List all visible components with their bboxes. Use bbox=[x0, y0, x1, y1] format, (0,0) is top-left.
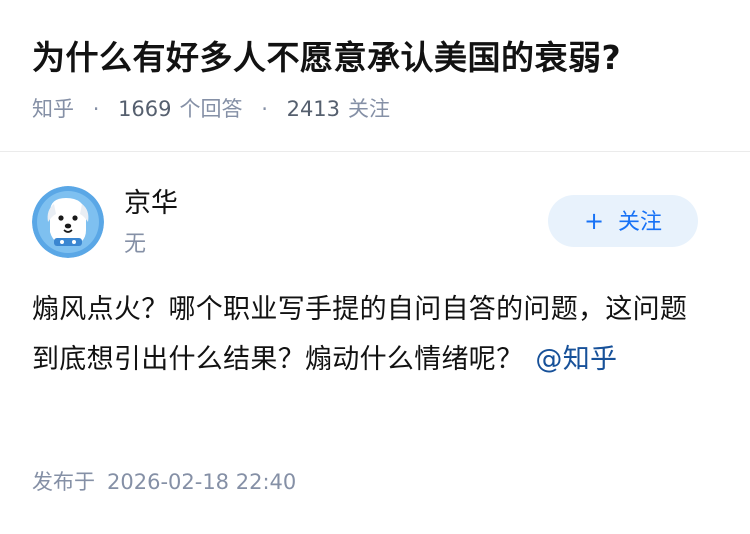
follow-button-label: 关注 bbox=[618, 210, 663, 235]
meta-separator: · bbox=[261, 97, 268, 121]
publish-time: 2026-02-18 22:40 bbox=[107, 470, 297, 494]
source-label[interactable]: 知乎 bbox=[32, 97, 74, 121]
answer-count-label: 个回答 bbox=[179, 97, 243, 121]
publish-label: 发布于 bbox=[32, 470, 95, 494]
question-meta: 知乎 · 1669 个回答 · 2413 关注 bbox=[32, 92, 390, 126]
mention-link[interactable]: @知乎 bbox=[535, 344, 617, 375]
answer-content: 煽风点火？哪个职业写手提的自问自答的问题，这问题到底想引出什么结果？煽动什么情绪… bbox=[32, 285, 712, 385]
author-name[interactable]: 京华 bbox=[124, 185, 178, 223]
answer-card: 京华 无 + 关注 煽风点火？哪个职业写手提的自问自答的问题，这问题到底想引出什么… bbox=[0, 153, 750, 534]
author-headline: 无 bbox=[124, 232, 147, 257]
cartoon-dog-avatar-icon[interactable] bbox=[32, 186, 104, 258]
answer-count: 1669 bbox=[118, 97, 172, 121]
publish-info: 发布于 2026-02-18 22:40 bbox=[32, 465, 296, 499]
plus-icon: + bbox=[583, 207, 605, 235]
meta-separator: · bbox=[92, 97, 100, 121]
question-title[interactable]: 为什么有好多人不愿意承认美国的衰弱? bbox=[32, 34, 621, 82]
follower-count-label: 关注 bbox=[348, 97, 391, 121]
follow-button[interactable]: + 关注 bbox=[548, 195, 698, 247]
follower-count: 2413 bbox=[286, 97, 341, 121]
question-header: 为什么有好多人不愿意承认美国的衰弱? 知乎 · 1669 个回答 · 2413 关注 bbox=[0, 0, 750, 152]
